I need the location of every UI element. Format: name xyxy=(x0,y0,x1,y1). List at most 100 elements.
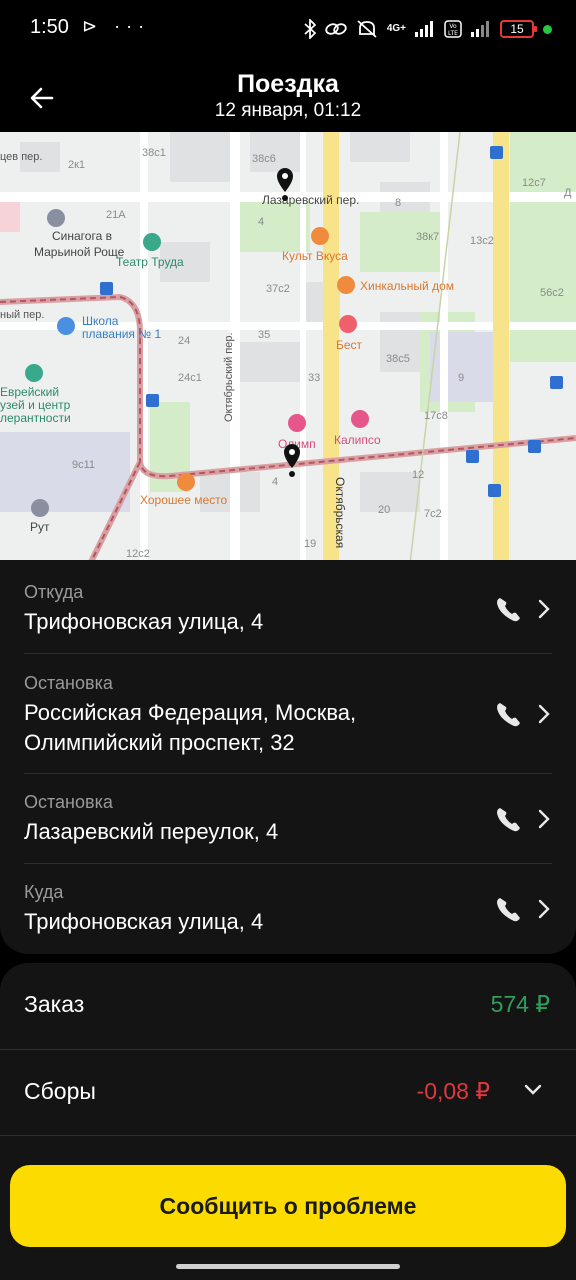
house-number: 33 xyxy=(308,372,320,384)
link-icon xyxy=(325,23,347,35)
cafe-icon xyxy=(337,276,355,294)
route-point-label: Остановка xyxy=(24,792,113,812)
map-label: Школа xyxy=(82,314,119,328)
phone-icon[interactable] xyxy=(494,699,524,729)
trip-date: 12 января, 01:12 xyxy=(214,100,362,121)
route-point-address: Российская Федерация, Москва, Олимпийски… xyxy=(24,700,357,755)
house-number: 38с1 xyxy=(142,147,166,159)
house-number: 4 xyxy=(272,476,278,488)
route-point-address: Трифоновская улица, 4 xyxy=(24,609,264,634)
divider xyxy=(0,1135,576,1136)
chevron-down-icon[interactable] xyxy=(524,1084,542,1096)
house-number: 38с5 xyxy=(386,353,410,365)
chevron-right-icon xyxy=(538,704,550,724)
house-number: Д xyxy=(564,187,572,199)
map-label: Бест xyxy=(336,338,363,352)
route-point-address: Трифоновская улица, 4 xyxy=(24,909,264,934)
route-point-label: Остановка xyxy=(24,673,113,693)
divider xyxy=(24,773,552,774)
map-label: ный пер. xyxy=(0,309,44,321)
cafe-icon xyxy=(311,227,329,245)
dental-icon xyxy=(339,315,357,333)
map-label: Синагога в xyxy=(52,229,112,243)
phone-icon[interactable] xyxy=(494,594,524,624)
swimming-icon xyxy=(57,317,75,335)
house-number: 17с8 xyxy=(424,410,448,422)
beauty-icon xyxy=(288,414,306,432)
status-bar: 1:50 ⊳ ··· 4G+ Vo LTE 15 xyxy=(0,0,576,58)
house-number: 12с7 xyxy=(522,177,546,189)
map-label: Лазаревский пер. xyxy=(262,193,359,207)
report-problem-button[interactable]: Сообщить о проблеме xyxy=(10,1165,566,1247)
phone-icon[interactable] xyxy=(494,804,524,834)
route-point-stop[interactable]: Остановка Российская Федерация, Москва, … xyxy=(24,673,552,758)
map-label: плавания № 1 xyxy=(82,327,161,341)
map-label: Еврейский xyxy=(0,385,59,399)
mute-icon xyxy=(357,20,377,38)
route-point-label: Откуда xyxy=(24,582,84,602)
map-label: Рут xyxy=(30,520,50,534)
order-price: 574 ₽ xyxy=(490,991,550,1017)
route-point-to[interactable]: Куда Трифоновская улица, 4 xyxy=(24,882,552,937)
network-type: 4G+ xyxy=(386,23,406,34)
route-details: Откуда Трифоновская улица, 4 Остановка Р… xyxy=(0,560,576,954)
beauty-icon xyxy=(351,410,369,428)
house-number: 38к7 xyxy=(416,231,439,243)
fees-row[interactable]: Сборы -0,08 ₽ xyxy=(24,1070,552,1110)
signal-icon-2 xyxy=(471,21,489,37)
house-number: 37с2 xyxy=(266,283,290,295)
svg-text:LTE: LTE xyxy=(448,30,458,37)
house-number: 38с6 xyxy=(252,153,276,165)
house-number: 4 xyxy=(258,216,264,228)
phone-icon[interactable] xyxy=(494,894,524,924)
chevron-right-icon xyxy=(538,599,550,619)
svg-text:Vo: Vo xyxy=(449,23,457,30)
map-label: Хорошее место xyxy=(140,493,227,507)
house-number: 21А xyxy=(106,209,126,221)
map-label: Калипсо xyxy=(334,433,381,447)
signal-icon xyxy=(415,21,433,37)
theatre-icon xyxy=(143,233,161,251)
house-number: 56с2 xyxy=(540,287,564,299)
map-label: Хинкальный дом xyxy=(360,279,454,293)
route-point-from[interactable]: Откуда Трифоновская улица, 4 xyxy=(24,582,552,637)
battery-icon: 15 xyxy=(500,20,537,38)
house-number: 2к1 xyxy=(68,159,85,171)
map-label: лерантности xyxy=(0,411,71,425)
fees-value: -0,08 ₽ xyxy=(416,1078,490,1104)
divider xyxy=(0,1049,576,1050)
map-label: Культ Вкуса xyxy=(282,249,348,263)
order-label: Заказ xyxy=(24,991,85,1017)
page-title: Поездка xyxy=(237,70,339,98)
house-number: 12с2 xyxy=(126,548,150,560)
synagogue-icon xyxy=(31,499,49,517)
museum-icon xyxy=(25,364,43,382)
house-number: 8 xyxy=(395,197,401,209)
fees-label: Сборы xyxy=(24,1078,96,1104)
cafe-icon xyxy=(177,473,195,491)
map-label: Театр Труда xyxy=(116,255,184,269)
map-label: узей и центр xyxy=(0,398,71,412)
house-number: 24с1 xyxy=(178,372,202,384)
house-number: 35 xyxy=(258,329,270,341)
notification-icons: ⊳ ··· xyxy=(82,16,151,36)
route-point-stop[interactable]: Остановка Лазаревский переулок, 4 xyxy=(24,792,552,847)
divider xyxy=(24,653,552,654)
chevron-right-icon xyxy=(538,809,550,829)
status-time: 1:50 xyxy=(30,16,69,38)
map-label: цев пер. xyxy=(0,151,42,163)
house-number: 13с2 xyxy=(470,235,494,247)
map-label: Марьиной Роще xyxy=(34,245,125,259)
synagogue-icon xyxy=(47,209,65,227)
house-number: 9с11 xyxy=(72,459,95,471)
house-number: 12 xyxy=(412,469,424,481)
route-map[interactable]: Синагога в Марьиной Роще Театр Труда Шко… xyxy=(0,132,576,564)
divider xyxy=(24,863,552,864)
header: Поездка 12 января, 01:12 xyxy=(0,58,576,132)
house-number: 20 xyxy=(378,504,390,516)
home-indicator[interactable] xyxy=(176,1264,400,1269)
privacy-dot xyxy=(543,24,552,34)
house-number: 24 xyxy=(178,335,190,347)
chevron-right-icon xyxy=(538,899,550,919)
house-number: 7с2 xyxy=(424,508,442,520)
